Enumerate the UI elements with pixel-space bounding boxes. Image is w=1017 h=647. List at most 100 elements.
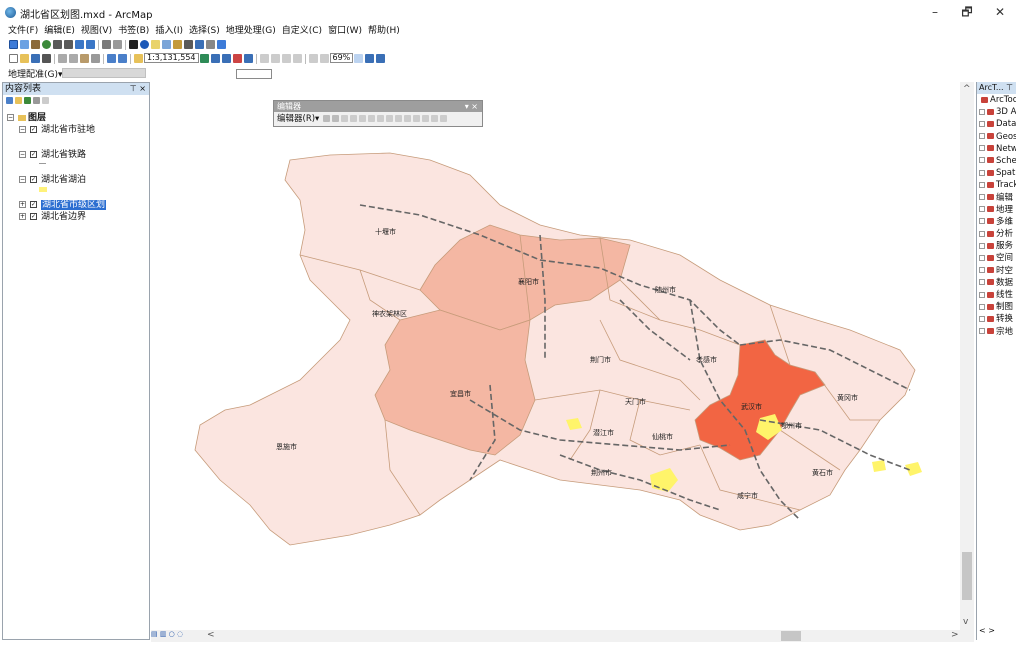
layout-icon[interactable] — [217, 40, 226, 49]
paste-icon[interactable] — [80, 54, 89, 63]
page-pan-icon[interactable] — [281, 54, 291, 63]
add-data-icon[interactable] — [134, 54, 143, 63]
editor-menu-button[interactable]: 编辑器(R)▾ — [277, 114, 319, 124]
expand-icon[interactable] — [979, 108, 985, 115]
python-icon[interactable] — [243, 54, 253, 63]
scroll-right-icon[interactable]: > — [951, 630, 959, 640]
menu-selection[interactable]: 选择(S) — [186, 24, 223, 38]
toolbox-item[interactable]: Geos — [977, 131, 1016, 143]
edit-vertices-icon[interactable] — [377, 115, 385, 122]
expand-icon[interactable] — [979, 133, 985, 140]
save-icon[interactable] — [31, 54, 40, 63]
pan-icon[interactable] — [31, 40, 40, 49]
cut-icon[interactable] — [58, 54, 67, 63]
collapse-icon[interactable]: − — [19, 151, 26, 158]
full-extent-icon[interactable] — [42, 40, 51, 49]
change-layout-icon[interactable] — [376, 54, 386, 63]
toc-pin-close[interactable]: ⊤ × — [130, 83, 146, 95]
endpoint-arc-icon[interactable] — [350, 115, 358, 122]
expand-icon[interactable] — [979, 218, 985, 225]
map-horizontal-scrollbar[interactable]: < > — [151, 630, 974, 642]
toolbox-item[interactable]: 地理 — [977, 204, 1016, 216]
menu-geoprocessing[interactable]: 地理处理(G) — [223, 24, 279, 38]
expand-icon[interactable] — [979, 120, 985, 127]
collapse-icon[interactable]: − — [19, 126, 26, 133]
toc-layer-row[interactable]: − ✓ 湖北省湖泊 — [19, 172, 86, 185]
layer-visibility-checkbox[interactable]: ✓ — [30, 201, 37, 208]
horizontal-scroll-thumb[interactable] — [781, 631, 801, 641]
toolbox-item[interactable]: 空间 — [977, 252, 1016, 264]
layer-visibility-checkbox[interactable]: ✓ — [30, 213, 37, 220]
fixed-zoom-out-icon[interactable] — [64, 40, 73, 49]
redo-icon[interactable] — [118, 54, 127, 63]
layer-visibility-checkbox[interactable]: ✓ — [30, 151, 37, 158]
list-by-visibility-icon[interactable] — [24, 97, 31, 104]
arctoolbox-scroll-arrows[interactable]: < > — [979, 626, 995, 635]
expand-icon[interactable] — [979, 181, 985, 188]
toggle-draft-icon[interactable] — [354, 54, 364, 63]
expand-icon[interactable] — [979, 254, 985, 261]
list-by-drawing-order-icon[interactable] — [6, 97, 13, 104]
arctoolbox-header[interactable]: ArcT... ⊤ × — [977, 82, 1016, 94]
toolbox-item[interactable]: Data — [977, 118, 1016, 130]
arctoolbox-root[interactable]: ArcToolbox — [977, 94, 1016, 106]
open-icon[interactable] — [20, 54, 29, 63]
close-button[interactable]: ✕ — [985, 3, 1015, 21]
expand-icon[interactable] — [979, 242, 985, 249]
georeferencing-menu[interactable]: 地理配准(G)▾ — [8, 67, 63, 80]
straight-segment-icon[interactable] — [341, 115, 349, 122]
expand-icon[interactable] — [979, 145, 985, 152]
forward-icon[interactable] — [86, 40, 95, 49]
scroll-down-icon[interactable]: v — [963, 617, 968, 627]
trace-icon[interactable] — [359, 115, 367, 122]
copy-icon[interactable] — [69, 54, 78, 63]
zoom-in-icon[interactable] — [9, 40, 18, 49]
scroll-left-icon[interactable]: < — [207, 630, 215, 640]
expand-icon[interactable] — [979, 206, 985, 213]
toc-layer-row[interactable]: − ✓ 湖北省铁路 — [19, 147, 86, 160]
toolbox-item[interactable]: Spat — [977, 167, 1016, 179]
undo-icon[interactable] — [107, 54, 116, 63]
expand-icon[interactable] — [979, 291, 985, 298]
view-toggle-buttons[interactable]: ▤ ▥ ○ ◌ — [151, 630, 183, 638]
toolbox-item[interactable]: 制图 — [977, 301, 1016, 313]
measure-icon[interactable] — [173, 40, 182, 49]
cut-polygons-icon[interactable] — [395, 115, 403, 122]
route-icon[interactable] — [184, 40, 193, 49]
menu-windows[interactable]: 窗口(W) — [325, 24, 365, 38]
identify-icon[interactable] — [140, 40, 149, 49]
layer-visibility-checkbox[interactable]: ✓ — [30, 176, 37, 183]
toolbox-item[interactable]: Sche — [977, 155, 1016, 167]
georeferencing-layer-dropdown[interactable] — [62, 68, 146, 78]
table-of-contents-icon[interactable] — [210, 54, 220, 63]
toolbox-item[interactable]: Netw — [977, 143, 1016, 155]
edit-annotation-icon[interactable] — [332, 115, 340, 122]
toolbox-item[interactable]: 数据 — [977, 277, 1016, 289]
toc-layer-row[interactable]: + ✓ 湖北省边界 — [19, 209, 86, 222]
fixed-zoom-in-icon[interactable] — [53, 40, 62, 49]
create-features-icon[interactable] — [440, 115, 448, 122]
expand-icon[interactable] — [979, 157, 985, 164]
layout-zoom-icon[interactable] — [308, 54, 318, 63]
back-icon[interactable] — [75, 40, 84, 49]
map-view[interactable]: 十堰市 襄阳市 随州市 神农架林区 荆门市 孝感市 宜昌市 天门市 武汉市 黄冈… — [151, 82, 974, 630]
menu-insert[interactable]: 插入(I) — [152, 24, 186, 38]
focus-frame-icon[interactable] — [365, 54, 375, 63]
select-features-icon[interactable] — [102, 40, 111, 49]
scroll-up-icon[interactable]: ^ — [963, 84, 971, 94]
zoom-out-icon[interactable] — [20, 40, 29, 49]
layout-zoom-percent[interactable]: 69% — [329, 53, 354, 63]
expand-icon[interactable] — [979, 279, 985, 286]
editor-titlebar[interactable]: 编辑器 ▾ × — [274, 101, 482, 112]
reshape-icon[interactable] — [386, 115, 394, 122]
layer-visibility-checkbox[interactable]: ✓ — [30, 126, 37, 133]
editor-toolbar-icon[interactable] — [199, 54, 209, 63]
vertical-scroll-thumb[interactable] — [962, 552, 972, 600]
expand-icon[interactable] — [979, 267, 985, 274]
arctoolbox-icon[interactable] — [232, 54, 242, 63]
menu-customize[interactable]: 自定义(C) — [279, 24, 325, 38]
zoom-whole-page-icon[interactable] — [270, 54, 280, 63]
georef-rotate-input[interactable] — [236, 69, 272, 79]
list-by-source-icon[interactable] — [15, 97, 22, 104]
print-icon[interactable] — [42, 54, 51, 63]
